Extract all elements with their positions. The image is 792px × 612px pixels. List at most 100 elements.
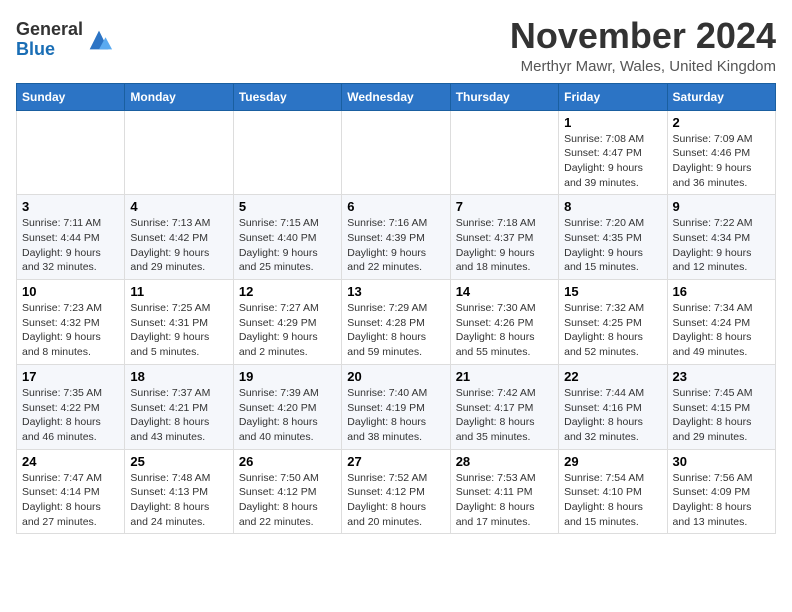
day-number: 22 <box>564 369 661 384</box>
day-info: Sunrise: 7:42 AMSunset: 4:17 PMDaylight:… <box>456 386 553 445</box>
calendar-cell: 18 Sunrise: 7:37 AMSunset: 4:21 PMDayligh… <box>125 364 233 449</box>
day-number: 17 <box>22 369 119 384</box>
day-number: 13 <box>347 284 444 299</box>
day-number: 29 <box>564 454 661 469</box>
calendar-cell: 3 Sunrise: 7:11 AMSunset: 4:44 PMDaylight… <box>17 195 125 280</box>
calendar-cell <box>342 110 450 195</box>
logo-blue: Blue <box>16 39 55 59</box>
day-info: Sunrise: 7:52 AMSunset: 4:12 PMDaylight:… <box>347 471 444 530</box>
calendar-cell: 14 Sunrise: 7:30 AMSunset: 4:26 PMDayligh… <box>450 280 558 365</box>
calendar-week-row: 17 Sunrise: 7:35 AMSunset: 4:22 PMDayligh… <box>17 364 776 449</box>
day-number: 23 <box>673 369 770 384</box>
calendar-cell: 19 Sunrise: 7:39 AMSunset: 4:20 PMDayligh… <box>233 364 341 449</box>
day-number: 16 <box>673 284 770 299</box>
calendar-cell: 6 Sunrise: 7:16 AMSunset: 4:39 PMDaylight… <box>342 195 450 280</box>
calendar-week-row: 1 Sunrise: 7:08 AMSunset: 4:47 PMDaylight… <box>17 110 776 195</box>
calendar-cell <box>125 110 233 195</box>
day-number: 15 <box>564 284 661 299</box>
calendar-week-row: 24Sunrise: 7:47 AMSunset: 4:14 PMDayligh… <box>17 449 776 534</box>
calendar-cell <box>17 110 125 195</box>
day-info: Sunrise: 7:37 AMSunset: 4:21 PMDaylight:… <box>130 386 227 445</box>
calendar-cell: 25 Sunrise: 7:48 AMSunset: 4:13 PMDayligh… <box>125 449 233 534</box>
day-info: Sunrise: 7:32 AMSunset: 4:25 PMDaylight:… <box>564 301 661 360</box>
day-number: 14 <box>456 284 553 299</box>
day-number: 9 <box>673 199 770 214</box>
day-info: Sunrise: 7:08 AMSunset: 4:47 PMDaylight:… <box>564 132 661 191</box>
calendar-cell: 16 Sunrise: 7:34 AMSunset: 4:24 PMDayligh… <box>667 280 775 365</box>
weekday-header: Monday <box>125 83 233 110</box>
day-info: Sunrise: 7:09 AMSunset: 4:46 PMDaylight:… <box>673 132 770 191</box>
logo: General Blue <box>16 20 113 60</box>
calendar-cell: 21 Sunrise: 7:42 AMSunset: 4:17 PMDayligh… <box>450 364 558 449</box>
day-info: Sunrise: 7:35 AMSunset: 4:22 PMDaylight:… <box>22 386 119 445</box>
weekday-header: Tuesday <box>233 83 341 110</box>
day-number: 20 <box>347 369 444 384</box>
day-info: Sunrise: 7:53 AMSunset: 4:11 PMDaylight:… <box>456 471 553 530</box>
day-info: Sunrise: 7:18 AMSunset: 4:37 PMDaylight:… <box>456 216 553 275</box>
calendar-cell: 5 Sunrise: 7:15 AMSunset: 4:40 PMDaylight… <box>233 195 341 280</box>
day-info: Sunrise: 7:29 AMSunset: 4:28 PMDaylight:… <box>347 301 444 360</box>
logo-icon <box>85 26 113 54</box>
day-info: Sunrise: 7:16 AMSunset: 4:39 PMDaylight:… <box>347 216 444 275</box>
day-number: 18 <box>130 369 227 384</box>
calendar-cell: 9Sunrise: 7:22 AMSunset: 4:34 PMDaylight… <box>667 195 775 280</box>
calendar-cell: 26 Sunrise: 7:50 AMSunset: 4:12 PMDayligh… <box>233 449 341 534</box>
calendar-week-row: 3 Sunrise: 7:11 AMSunset: 4:44 PMDaylight… <box>17 195 776 280</box>
day-info: Sunrise: 7:25 AMSunset: 4:31 PMDaylight:… <box>130 301 227 360</box>
calendar-table: SundayMondayTuesdayWednesdayThursdayFrid… <box>16 83 776 535</box>
calendar-cell: 2Sunrise: 7:09 AMSunset: 4:46 PMDaylight… <box>667 110 775 195</box>
calendar-cell: 17 Sunrise: 7:35 AMSunset: 4:22 PMDayligh… <box>17 364 125 449</box>
day-info: Sunrise: 7:45 AMSunset: 4:15 PMDaylight:… <box>673 386 770 445</box>
day-info: Sunrise: 7:11 AMSunset: 4:44 PMDaylight:… <box>22 216 119 275</box>
day-number: 11 <box>130 284 227 299</box>
day-info: Sunrise: 7:54 AMSunset: 4:10 PMDaylight:… <box>564 471 661 530</box>
day-info: Sunrise: 7:34 AMSunset: 4:24 PMDaylight:… <box>673 301 770 360</box>
calendar-cell: 24Sunrise: 7:47 AMSunset: 4:14 PMDayligh… <box>17 449 125 534</box>
weekday-header: Sunday <box>17 83 125 110</box>
day-info: Sunrise: 7:48 AMSunset: 4:13 PMDaylight:… <box>130 471 227 530</box>
day-number: 21 <box>456 369 553 384</box>
calendar-cell: 20Sunrise: 7:40 AMSunset: 4:19 PMDayligh… <box>342 364 450 449</box>
calendar-week-row: 10Sunrise: 7:23 AMSunset: 4:32 PMDayligh… <box>17 280 776 365</box>
calendar-cell: 30Sunrise: 7:56 AMSunset: 4:09 PMDayligh… <box>667 449 775 534</box>
day-number: 5 <box>239 199 336 214</box>
day-number: 12 <box>239 284 336 299</box>
day-number: 19 <box>239 369 336 384</box>
day-number: 4 <box>130 199 227 214</box>
day-number: 3 <box>22 199 119 214</box>
day-info: Sunrise: 7:15 AMSunset: 4:40 PMDaylight:… <box>239 216 336 275</box>
title-block: November 2024 Merthyr Mawr, Wales, Unite… <box>510 16 776 75</box>
day-number: 30 <box>673 454 770 469</box>
day-info: Sunrise: 7:27 AMSunset: 4:29 PMDaylight:… <box>239 301 336 360</box>
day-info: Sunrise: 7:13 AMSunset: 4:42 PMDaylight:… <box>130 216 227 275</box>
calendar-cell: 22 Sunrise: 7:44 AMSunset: 4:16 PMDayligh… <box>559 364 667 449</box>
day-info: Sunrise: 7:30 AMSunset: 4:26 PMDaylight:… <box>456 301 553 360</box>
calendar-cell: 15 Sunrise: 7:32 AMSunset: 4:25 PMDayligh… <box>559 280 667 365</box>
calendar-cell <box>450 110 558 195</box>
calendar-header-row: SundayMondayTuesdayWednesdayThursdayFrid… <box>17 83 776 110</box>
location: Merthyr Mawr, Wales, United Kingdom <box>510 58 776 75</box>
calendar-cell: 4 Sunrise: 7:13 AMSunset: 4:42 PMDaylight… <box>125 195 233 280</box>
calendar-cell: 11 Sunrise: 7:25 AMSunset: 4:31 PMDayligh… <box>125 280 233 365</box>
calendar-cell: 1 Sunrise: 7:08 AMSunset: 4:47 PMDaylight… <box>559 110 667 195</box>
day-number: 10 <box>22 284 119 299</box>
day-number: 1 <box>564 115 661 130</box>
day-number: 26 <box>239 454 336 469</box>
page-header: General Blue November 2024 Merthyr Mawr,… <box>16 16 776 75</box>
calendar-cell <box>233 110 341 195</box>
calendar-cell: 28Sunrise: 7:53 AMSunset: 4:11 PMDayligh… <box>450 449 558 534</box>
day-info: Sunrise: 7:39 AMSunset: 4:20 PMDaylight:… <box>239 386 336 445</box>
calendar-cell: 10Sunrise: 7:23 AMSunset: 4:32 PMDayligh… <box>17 280 125 365</box>
calendar-cell: 27Sunrise: 7:52 AMSunset: 4:12 PMDayligh… <box>342 449 450 534</box>
day-info: Sunrise: 7:44 AMSunset: 4:16 PMDaylight:… <box>564 386 661 445</box>
day-number: 6 <box>347 199 444 214</box>
day-number: 8 <box>564 199 661 214</box>
day-info: Sunrise: 7:20 AMSunset: 4:35 PMDaylight:… <box>564 216 661 275</box>
month-title: November 2024 <box>510 16 776 56</box>
day-info: Sunrise: 7:47 AMSunset: 4:14 PMDaylight:… <box>22 471 119 530</box>
weekday-header: Friday <box>559 83 667 110</box>
day-info: Sunrise: 7:50 AMSunset: 4:12 PMDaylight:… <box>239 471 336 530</box>
calendar-cell: 12 Sunrise: 7:27 AMSunset: 4:29 PMDayligh… <box>233 280 341 365</box>
day-number: 25 <box>130 454 227 469</box>
weekday-header: Saturday <box>667 83 775 110</box>
